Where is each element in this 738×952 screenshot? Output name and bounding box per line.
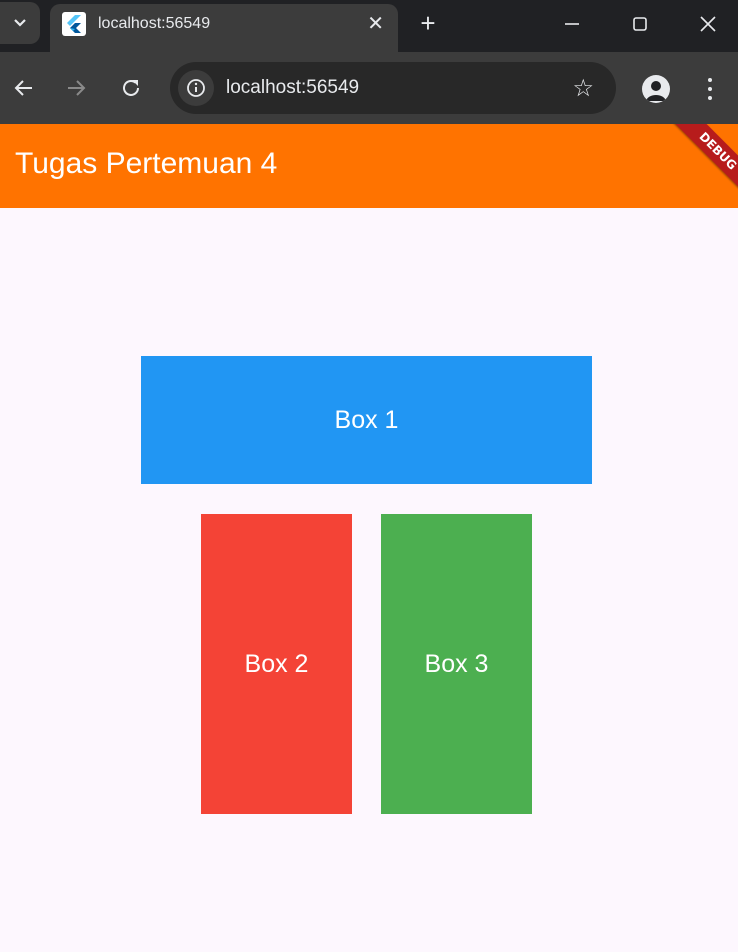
close-icon <box>700 16 716 32</box>
page-title: Tugas Pertemuan 4 <box>15 147 278 180</box>
minimize-icon <box>565 23 579 25</box>
forward-button[interactable] <box>62 74 90 102</box>
site-info-button[interactable] <box>178 70 214 106</box>
box-1: Box 1 <box>141 356 592 484</box>
reload-icon <box>123 79 139 96</box>
info-icon <box>187 79 205 97</box>
box-1-label: Box 1 <box>334 405 399 434</box>
arrow-right-icon <box>68 80 86 96</box>
new-tab-button[interactable]: + <box>414 8 442 38</box>
browser-tab-strip: localhost:56549 ✕ + <box>0 0 738 52</box>
reload-button[interactable] <box>117 74 145 102</box>
debug-banner: DEBUG <box>667 124 738 202</box>
maximize-icon <box>633 17 647 31</box>
maximize-button[interactable] <box>628 12 652 36</box>
menu-kebab-icon[interactable] <box>700 76 720 102</box>
box-3-label: Box 3 <box>424 649 489 678</box>
url-text: localhost:56549 <box>226 77 360 98</box>
browser-toolbar: localhost:56549 ☆ <box>0 52 738 124</box>
close-window-button[interactable] <box>696 12 720 36</box>
flutter-icon <box>62 12 86 36</box>
box-2: Box 2 <box>201 514 352 814</box>
bookmark-star-icon[interactable]: ☆ <box>572 74 594 103</box>
close-tab-icon[interactable]: ✕ <box>367 11 384 36</box>
tab-title: localhost:56549 <box>98 15 211 32</box>
browser-tab[interactable]: localhost:56549 ✕ <box>50 4 398 52</box>
box-3: Box 3 <box>381 514 532 814</box>
profile-avatar-icon[interactable] <box>642 75 670 103</box>
back-button[interactable] <box>10 74 38 102</box>
app-bar: Tugas Pertemuan 4 <box>0 124 738 208</box>
address-bar[interactable]: localhost:56549 ☆ <box>170 62 616 114</box>
tab-search-button[interactable] <box>0 2 40 44</box>
chevron-down-icon <box>14 19 26 27</box>
debug-banner-clip: DEBUG <box>650 124 738 208</box>
minimize-button[interactable] <box>560 12 584 36</box>
arrow-left-icon <box>14 80 32 96</box>
box-2-label: Box 2 <box>244 649 309 678</box>
